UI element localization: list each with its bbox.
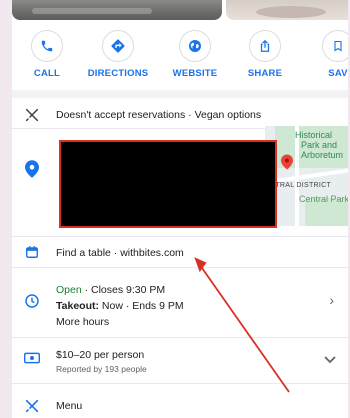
map-thumbnail[interactable]: Historical Park and Arboretum ENTRAL DIS… bbox=[265, 126, 348, 226]
row-divider bbox=[12, 337, 348, 338]
clock-icon bbox=[25, 294, 39, 308]
more-hours-link[interactable]: More hours bbox=[56, 316, 109, 328]
website-button[interactable]: WEBSITE bbox=[160, 30, 230, 79]
save-button[interactable]: SAV bbox=[303, 30, 348, 79]
directions-button[interactable]: DIRECTIONS bbox=[83, 30, 153, 79]
share-button[interactable]: SHARE bbox=[230, 30, 300, 79]
photo-strip[interactable] bbox=[12, 0, 348, 22]
row-divider bbox=[12, 383, 348, 384]
share-label: SHARE bbox=[247, 68, 283, 79]
location-pin-icon bbox=[25, 160, 39, 178]
chevron-right-icon[interactable]: › bbox=[329, 292, 334, 308]
call-button[interactable]: CALL bbox=[12, 30, 82, 79]
map-marker-icon bbox=[281, 154, 293, 170]
closing-time: · Closes 9:30 PM bbox=[81, 284, 166, 296]
action-bar: CALL DIRECTIONS WEBSITE SHARE SAV bbox=[12, 30, 348, 86]
chevron-down-icon[interactable] bbox=[324, 356, 336, 364]
map-label: Central Park bbox=[299, 194, 348, 204]
map-label: Historical bbox=[295, 130, 333, 140]
takeout-label: Takeout: bbox=[56, 300, 99, 312]
save-label: SAV bbox=[328, 68, 348, 79]
utensils-icon bbox=[25, 399, 39, 413]
utensils-icon bbox=[25, 108, 39, 122]
reservations-text: Doesn't accept reservations · Vegan opti… bbox=[56, 109, 262, 121]
find-table-link[interactable]: Find a table · withbites.com bbox=[56, 247, 184, 259]
redacted-address bbox=[59, 140, 277, 228]
phone-icon bbox=[41, 40, 53, 52]
row-divider bbox=[12, 236, 348, 237]
website-label: WEBSITE bbox=[172, 68, 218, 79]
takeout-info: Takeout: Now · Ends 9 PM bbox=[56, 300, 184, 312]
menu-link[interactable]: Menu bbox=[56, 400, 82, 412]
directions-icon bbox=[111, 39, 125, 53]
map-label: Park and bbox=[301, 140, 338, 150]
price-range: $10–20 per person bbox=[56, 349, 145, 361]
call-label: CALL bbox=[33, 68, 61, 79]
globe-icon bbox=[189, 40, 201, 52]
price-reported: Reported by 193 people bbox=[56, 364, 147, 374]
directions-label: DIRECTIONS bbox=[87, 68, 149, 79]
hours-status[interactable]: Open · Closes 9:30 PM bbox=[56, 284, 165, 296]
cash-icon bbox=[24, 352, 40, 364]
map-label: Arboretum bbox=[301, 150, 344, 160]
section-divider bbox=[12, 90, 348, 98]
calendar-icon bbox=[26, 246, 38, 258]
place-photo[interactable] bbox=[226, 0, 348, 20]
place-details-panel: CALL DIRECTIONS WEBSITE SHARE SAV Doesn'… bbox=[12, 0, 348, 418]
place-photo[interactable] bbox=[12, 0, 222, 20]
takeout-value: Now · Ends 9 PM bbox=[98, 300, 184, 312]
open-status: Open bbox=[56, 284, 82, 296]
share-icon bbox=[260, 39, 270, 52]
row-divider bbox=[12, 267, 348, 268]
bookmark-icon bbox=[334, 40, 342, 52]
